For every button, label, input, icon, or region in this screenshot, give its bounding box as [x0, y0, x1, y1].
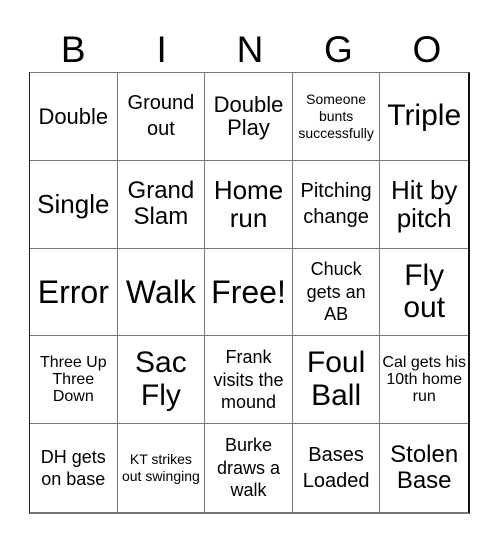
- bingo-cell[interactable]: Double Play: [205, 73, 293, 161]
- bingo-cell[interactable]: Chuck gets an AB: [292, 248, 381, 337]
- bingo-cell[interactable]: Hit by pitch: [380, 161, 468, 249]
- bingo-cell[interactable]: Three Up Three Down: [30, 336, 118, 425]
- bingo-cell[interactable]: Ground out: [117, 73, 206, 161]
- bingo-cell[interactable]: Walk: [117, 248, 206, 337]
- header-letter-i: I: [156, 29, 167, 70]
- bingo-cell[interactable]: KT strikes out swinging: [118, 424, 206, 512]
- bingo-header: B I N G O: [29, 28, 471, 72]
- bingo-cell[interactable]: DH gets on base: [30, 424, 118, 512]
- bingo-cell[interactable]: Double: [30, 73, 118, 161]
- bingo-cell[interactable]: Foul Ball: [292, 336, 381, 425]
- bingo-cell[interactable]: Fly out: [380, 249, 468, 337]
- bingo-cell[interactable]: Single: [30, 160, 118, 249]
- header-letter-o: O: [412, 29, 442, 70]
- bingo-cell[interactable]: Pitching change: [292, 160, 381, 249]
- bingo-card: Double Ground out Double Play Someone bu…: [29, 72, 470, 514]
- bingo-cell free-space[interactable]: Free!: [205, 248, 293, 337]
- bingo-cell[interactable]: Frank visits the mound: [205, 336, 293, 425]
- bingo-cell[interactable]: Error: [30, 248, 118, 337]
- bingo-cell[interactable]: Grand Slam: [117, 160, 206, 249]
- bingo-cell[interactable]: Stolen Base: [380, 424, 468, 512]
- header-letter-g: G: [324, 29, 353, 70]
- bingo-cell[interactable]: Someone bunts successfully: [292, 73, 381, 161]
- bingo-cell[interactable]: Triple: [380, 73, 468, 161]
- bingo-cell[interactable]: Burke draws a walk: [205, 424, 293, 512]
- header-letter-n: N: [236, 29, 264, 70]
- header-letter-b: B: [60, 29, 86, 70]
- bingo-cell[interactable]: Cal gets his 10th home run: [380, 336, 468, 425]
- bingo-cell[interactable]: Bases Loaded: [293, 424, 381, 512]
- bingo-cell[interactable]: Home run: [205, 160, 293, 249]
- bingo-cell[interactable]: Sac Fly: [117, 336, 206, 425]
